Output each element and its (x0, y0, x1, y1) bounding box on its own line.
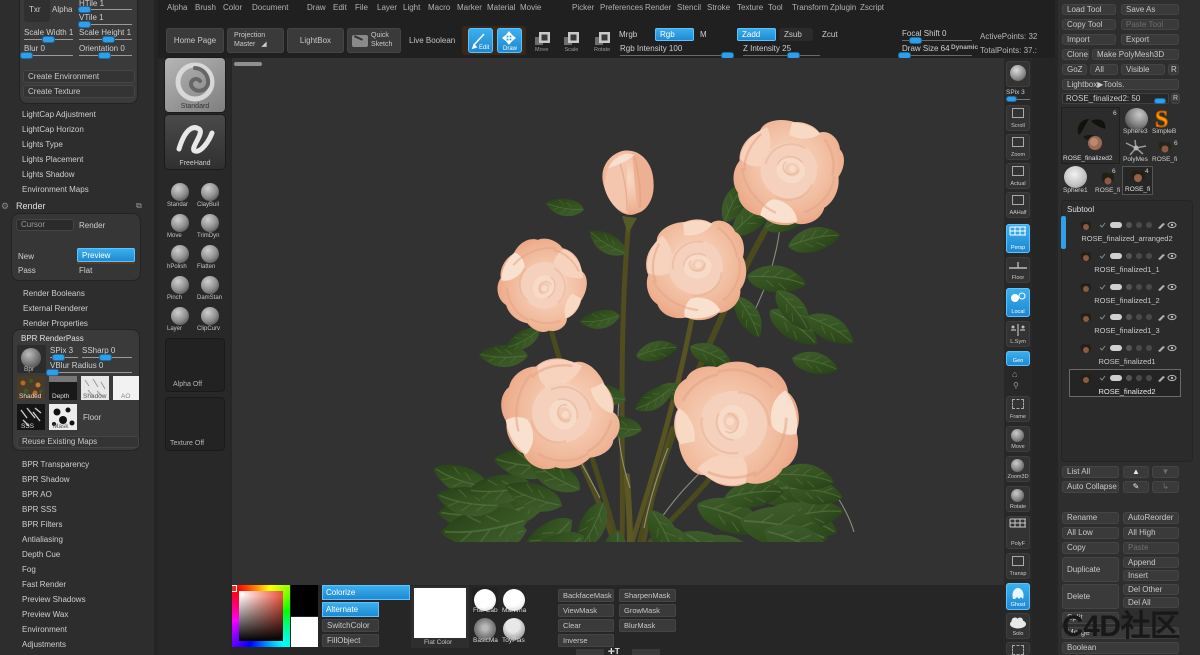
svg-text:Move: Move (535, 47, 548, 53)
svg-text:Standard: Standard (181, 103, 210, 110)
svg-text:FreeHand: FreeHand (179, 160, 210, 167)
svg-text:Rotate: Rotate (594, 47, 610, 53)
svg-text:Edit: Edit (479, 45, 490, 51)
svg-text:Draw: Draw (503, 46, 518, 52)
svg-text:Scale: Scale (565, 47, 579, 53)
